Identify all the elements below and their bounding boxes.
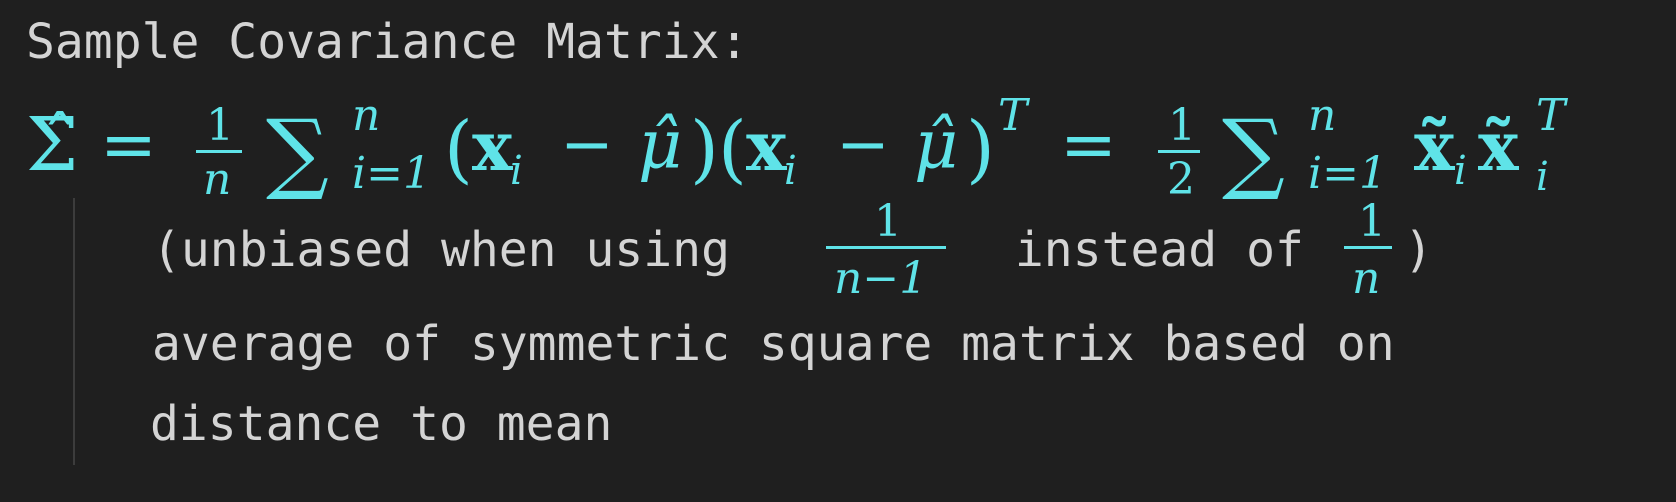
subscript-i: i	[1454, 148, 1467, 194]
note-fraction-a-numerator: 1	[874, 196, 902, 247]
note-line2: average of symmetric square matrix based…	[152, 316, 1395, 372]
bold-x: x	[746, 107, 787, 187]
bold-x-tilde: x̃	[1414, 107, 1455, 187]
fraction-denominator: 2	[1167, 154, 1195, 205]
fraction-bar	[196, 150, 242, 153]
equals-sign: =	[100, 106, 157, 185]
note-fraction-a-bar	[826, 246, 946, 249]
bold-x: x	[472, 107, 513, 187]
minus-sign: −	[560, 108, 614, 182]
note-fraction-a-denominator: n−1	[834, 253, 927, 304]
fraction-denominator: n	[203, 154, 231, 205]
close-paren: )	[690, 106, 719, 192]
sum-lower-limit: i=1	[1308, 148, 1387, 199]
subscript-i: i	[784, 148, 797, 194]
sum-lower-limit: i=1	[352, 148, 431, 199]
note-line1-suffix: )	[1404, 222, 1433, 278]
note-line1-mid: instead of	[986, 222, 1333, 278]
sum-symbol: ∑	[266, 100, 329, 203]
minus-sign: −	[836, 108, 890, 182]
sum-symbol: ∑	[1222, 100, 1285, 203]
note-line1-prefix: (unbiased when using	[152, 222, 759, 278]
sum-upper-limit: n	[352, 90, 380, 141]
note-fraction-b-numerator: 1	[1358, 196, 1386, 247]
fraction-numerator: 1	[206, 100, 234, 151]
bold-x-tilde: x̃	[1478, 107, 1519, 187]
mu-hat: μ̂	[914, 106, 958, 185]
blockquote-bar	[73, 198, 75, 465]
superscript-t: T	[998, 90, 1031, 141]
equals-sign: =	[1060, 106, 1117, 185]
fraction-numerator: 1	[1168, 100, 1196, 151]
note-fraction-b-bar	[1344, 246, 1392, 249]
fraction-bar	[1158, 150, 1200, 153]
close-paren: )	[966, 106, 995, 192]
subscript-i: i	[510, 148, 523, 194]
open-paren-x: (	[444, 106, 473, 192]
subscript-i: i	[1536, 154, 1549, 200]
sum-upper-limit: n	[1308, 90, 1336, 141]
open-paren: (	[718, 106, 747, 192]
note-fraction-b-denominator: n	[1352, 253, 1380, 304]
mu-hat: μ̂	[638, 106, 682, 185]
sigma-hat: Σ̂	[26, 102, 78, 188]
superscript-t: T	[1536, 90, 1569, 141]
note-line3: distance to mean	[150, 396, 613, 452]
